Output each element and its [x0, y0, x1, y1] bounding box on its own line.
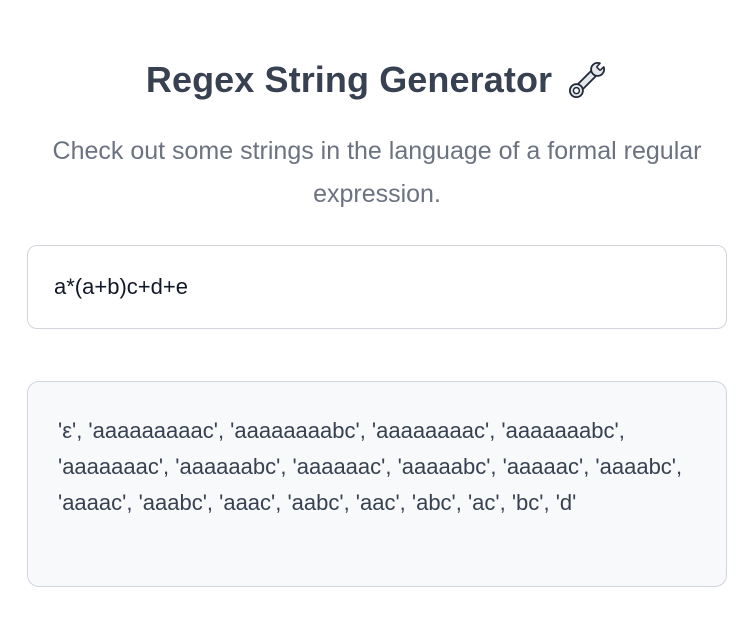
regex-input[interactable]: [27, 245, 727, 329]
page-title: Regex String Generator: [145, 59, 553, 100]
header: Regex String Generator: [27, 58, 727, 102]
page-description: Check out some strings in the language o…: [52, 137, 702, 208]
generated-strings-text: 'ε', 'aaaaaaaaac', 'aaaaaaaabc', 'aaaaaa…: [58, 418, 683, 515]
wrench-icon: [566, 59, 608, 101]
generated-strings-panel: 'ε', 'aaaaaaaaac', 'aaaaaaaabc', 'aaaaaa…: [27, 381, 727, 587]
